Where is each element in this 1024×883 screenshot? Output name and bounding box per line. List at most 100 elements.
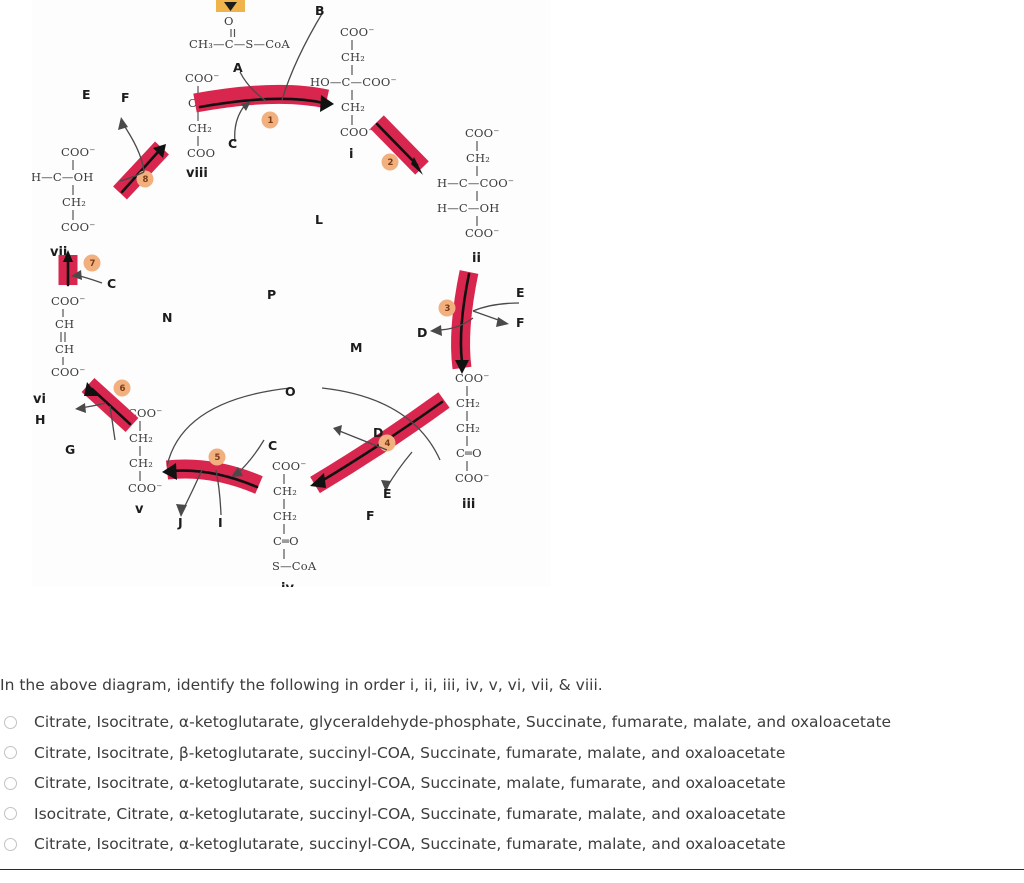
intermediate-iii-structure: COO⁻ CH₂ CH₂ C═O COO⁻ iii	[455, 371, 490, 512]
step-arrow-2: 2	[370, 115, 429, 175]
vi-line-1: CH	[55, 317, 74, 331]
vi-line-0: COO⁻	[51, 294, 86, 308]
iv-line-0: COO⁻	[272, 459, 307, 473]
ii-line-3: H—C—OH	[437, 201, 500, 215]
ii-line-2: H—C—COO⁻	[437, 176, 514, 190]
roman-label-viii: viii	[186, 166, 208, 181]
intermediate-vi-structure: COO⁻ CH CH COO⁻ vi	[33, 294, 86, 407]
step-number-8: 8	[143, 175, 149, 185]
step-arrow-4: 4	[310, 392, 450, 494]
letter-label-C2: C	[107, 276, 116, 291]
v-line-3: COO⁻	[128, 481, 163, 495]
iii-line-1: CH₂	[456, 396, 480, 410]
vii-line-0: COO⁻	[61, 145, 96, 159]
letter-labels: A B C E F C E F D D E F C I J H G L M N …	[35, 3, 525, 530]
iv-line-4: S—CoA	[272, 559, 317, 573]
i-line-1: CH₂	[341, 50, 365, 64]
vii-line-1: H—C—OH	[32, 170, 94, 184]
letter-label-N: N	[162, 310, 172, 325]
v-line-2: CH₂	[129, 456, 153, 470]
i-line-2: HO—C—COO⁻	[310, 75, 397, 89]
v-line-1: CH₂	[129, 431, 153, 445]
iii-line-4: COO⁻	[455, 471, 490, 485]
letter-label-D1: D	[417, 325, 427, 340]
iv-line-2: CH₂	[273, 509, 297, 523]
answer-choice-5-label: Citrate, Isocitrate, α-ketoglutarate, su…	[34, 835, 786, 854]
radio-button-3[interactable]	[4, 776, 17, 790]
radio-button-4[interactable]	[4, 807, 17, 821]
roman-label-iv: iv	[281, 581, 294, 587]
iv-line-1: CH₂	[273, 484, 297, 498]
radio-button-1[interactable]	[4, 715, 17, 729]
step-number-1: 1	[268, 116, 274, 126]
step-arrow-6: 6	[81, 377, 139, 433]
acetyl-coa-chain: CH₃—C—S—CoA	[189, 37, 290, 51]
iv-line-3: C═O	[273, 534, 299, 548]
letter-label-F2: F	[516, 315, 525, 330]
letter-label-E3: E	[383, 486, 392, 501]
step-number-4: 4	[385, 439, 391, 449]
letter-label-G: G	[65, 442, 75, 457]
answer-choice-3[interactable]: Citrate, Isocitrate, α-ketoglutarate, su…	[0, 768, 1024, 799]
roman-label-iii: iii	[462, 497, 475, 512]
step-number-6: 6	[120, 384, 126, 394]
step-number-2: 2	[388, 158, 394, 168]
letter-label-E1: E	[82, 87, 91, 102]
answer-choice-list: Citrate, Isocitrate, α-ketoglutarate, gl…	[0, 707, 1024, 860]
radio-button-5[interactable]	[4, 837, 17, 851]
roman-label-i: i	[349, 147, 353, 162]
answer-choice-2-label: Citrate, Isocitrate, β-ketoglutarate, su…	[34, 743, 786, 762]
letter-label-C1: C	[228, 136, 237, 151]
letter-label-F3: F	[366, 508, 375, 523]
iii-line-2: CH₂	[456, 421, 480, 435]
intermediate-iv-structure: COO⁻ CH₂ CH₂ C═O S—CoA iv	[272, 459, 317, 587]
iii-line-0: COO⁻	[455, 371, 490, 385]
letter-label-E2: E	[516, 285, 525, 300]
viii-line-0: COO⁻	[185, 71, 220, 85]
acetyl-coa-oxygen: O	[224, 14, 234, 28]
answer-choice-1-label: Citrate, Isocitrate, α-ketoglutarate, gl…	[34, 713, 892, 732]
step-arrow-5: 5	[162, 448, 263, 494]
radio-button-2[interactable]	[4, 746, 17, 760]
letter-label-H: H	[35, 412, 45, 427]
answer-choice-4[interactable]: Isocitrate, Citrate, α-ketoglutarate, su…	[0, 799, 1024, 830]
i-line-0: COO⁻	[340, 25, 375, 39]
ii-line-4: COO⁻	[465, 226, 500, 240]
ii-line-1: CH₂	[466, 151, 490, 165]
top-marker-icon	[216, 0, 245, 12]
letter-label-D2: D	[373, 425, 383, 440]
letter-label-L: L	[315, 212, 323, 227]
cycle-diagram-figure: O CH₃—C—S—CoA COO⁻ C═O CH₂ COO viii COO⁻…	[32, 0, 551, 587]
intermediate-ii-structure: COO⁻ CH₂ H—C—COO⁻ H—C—OH COO⁻ ii	[437, 126, 514, 266]
ii-line-0: COO⁻	[465, 126, 500, 140]
i-line-3: CH₂	[341, 100, 365, 114]
letter-label-F1: F	[121, 90, 130, 105]
answer-choice-4-label: Isocitrate, Citrate, α-ketoglutarate, su…	[34, 804, 786, 823]
letter-label-P: P	[267, 287, 276, 302]
i-line-4: COO⁻	[340, 125, 375, 139]
intermediate-vii-structure: COO⁻ H—C—OH CH₂ COO⁻ vii	[32, 145, 96, 260]
vi-line-3: COO⁻	[51, 365, 86, 379]
roman-label-vi: vi	[33, 392, 46, 407]
answer-choice-3-label: Citrate, Isocitrate, α-ketoglutarate, su…	[34, 774, 786, 793]
step-number-3: 3	[445, 304, 451, 314]
answer-choice-5[interactable]: Citrate, Isocitrate, α-ketoglutarate, su…	[0, 829, 1024, 860]
letter-label-I: I	[218, 515, 223, 530]
letter-label-M: M	[350, 340, 362, 355]
vii-line-2: CH₂	[62, 195, 86, 209]
answer-choice-1[interactable]: Citrate, Isocitrate, α-ketoglutarate, gl…	[0, 707, 1024, 738]
intermediate-viii-structure: COO⁻ C═O CH₂ COO viii	[185, 71, 220, 181]
vi-line-2: CH	[55, 342, 74, 356]
iii-line-3: C═O	[456, 446, 482, 460]
step-number-7: 7	[90, 259, 96, 269]
answer-choice-2[interactable]: Citrate, Isocitrate, β-ketoglutarate, su…	[0, 738, 1024, 769]
acetyl-coa-formula: O CH₃—C—S—CoA	[189, 14, 290, 51]
letter-label-B: B	[315, 3, 325, 18]
roman-label-v: v	[135, 502, 144, 517]
letter-label-O: O	[285, 384, 296, 399]
letter-label-C3: C	[268, 438, 277, 453]
vii-line-3: COO⁻	[61, 220, 96, 234]
letter-label-J: J	[177, 515, 183, 530]
question-prompt: In the above diagram, identify the follo…	[0, 676, 603, 694]
letter-label-A: A	[233, 60, 243, 75]
